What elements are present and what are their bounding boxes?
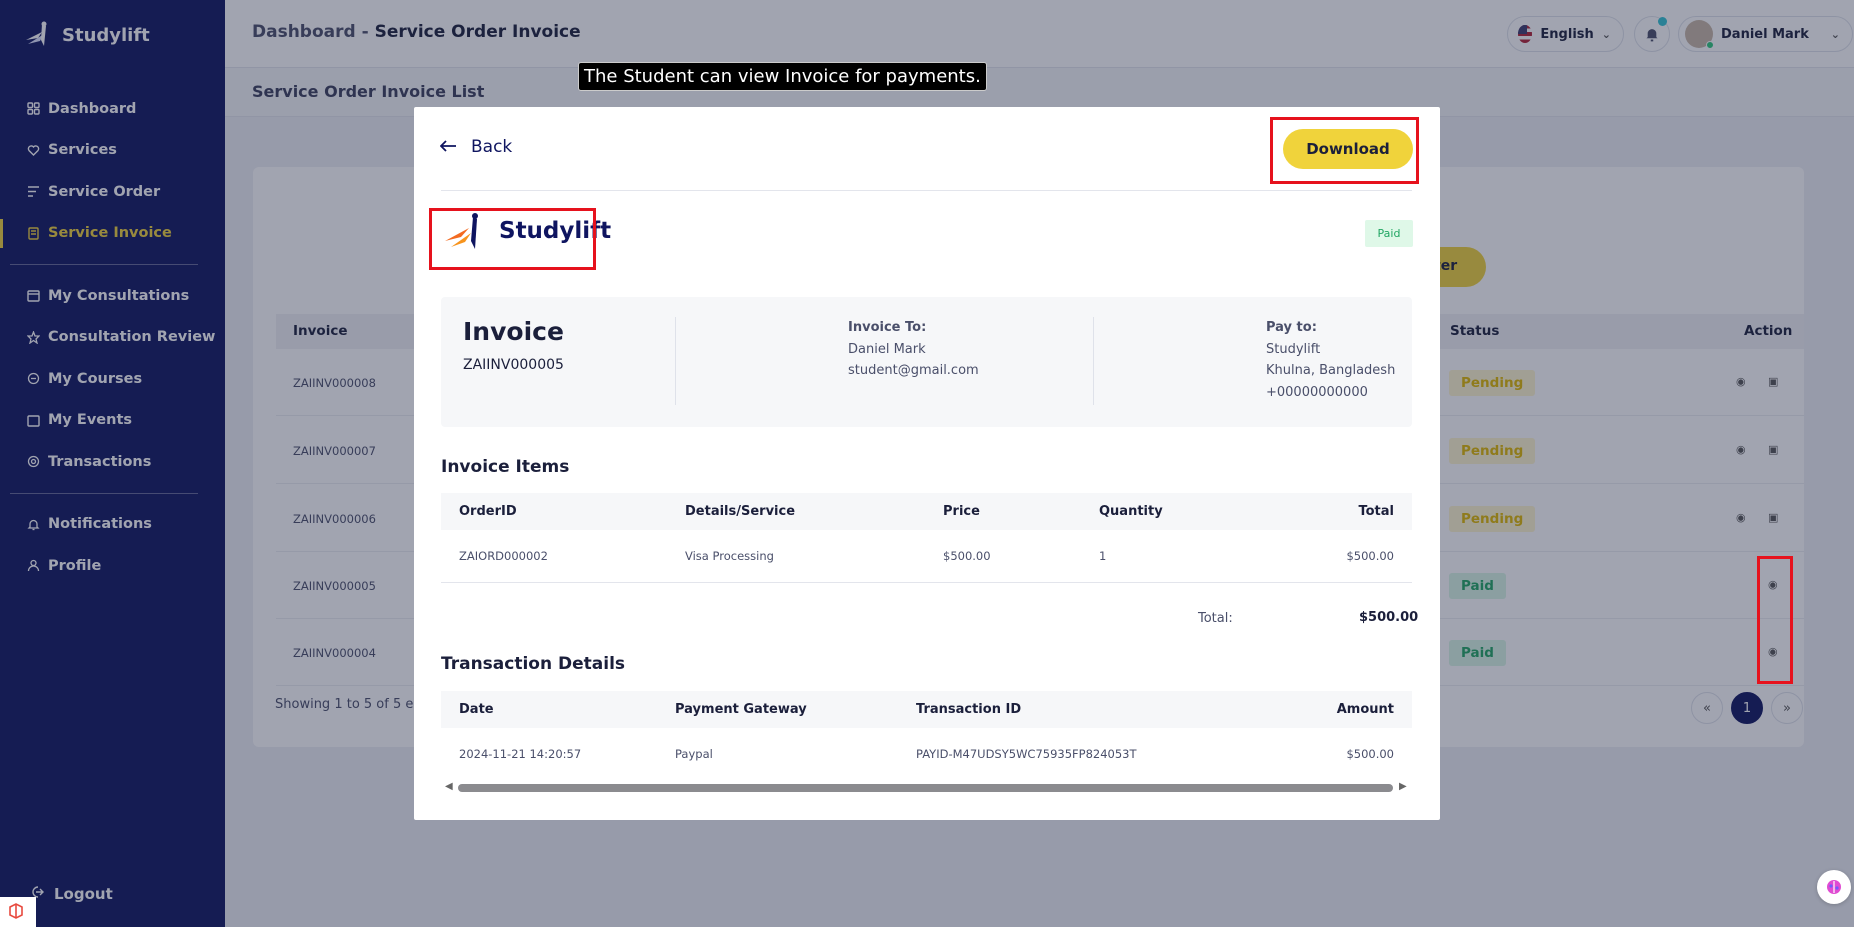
column-transaction-id: Transaction ID	[916, 702, 1022, 717]
back-label: Back	[471, 137, 513, 157]
pay-to-block: Pay to: Studylift Khulna, Bangladesh +00…	[1266, 317, 1395, 403]
highlight-download	[1270, 117, 1419, 184]
invoice-items-header: OrderID Details/Service Price Quantity T…	[441, 493, 1412, 530]
payment-gateway: Paypal	[675, 747, 713, 761]
invoice-to-email: student@gmail.com	[848, 363, 979, 378]
scroll-right-icon[interactable]: ▶	[1399, 781, 1407, 792]
invoice-to-block: Invoice To: Daniel Mark student@gmail.co…	[848, 317, 979, 382]
pay-to-address: Khulna, Bangladesh	[1266, 363, 1396, 378]
divider	[675, 317, 676, 405]
tutorial-caption: The Student can view Invoice for payment…	[578, 62, 987, 91]
item-quantity: 1	[1099, 549, 1107, 563]
status-badge: Paid	[1365, 220, 1413, 247]
scroll-left-icon[interactable]: ◀	[445, 781, 453, 792]
scroll-thumb[interactable]	[458, 784, 1393, 792]
invoice-items-heading: Invoice Items	[441, 457, 570, 477]
invoice-to-name: Daniel Mark	[848, 341, 926, 357]
brain-icon	[1827, 880, 1841, 894]
transaction-date: 2024-11-21 14:20:57	[459, 747, 582, 761]
total-value: $500.00	[1359, 610, 1419, 625]
highlight-view-actions	[1757, 556, 1793, 684]
horizontal-scrollbar[interactable]: ◀ ▶	[441, 780, 1412, 794]
item-total: $500.00	[1346, 549, 1394, 563]
column-total: Total	[1358, 504, 1394, 519]
item-price: $500.00	[943, 549, 991, 563]
invoice-to-heading: Invoice To:	[848, 320, 927, 335]
invoice-number: ZAIINV000005	[463, 357, 564, 373]
table-row: ZAIORD000002 Visa Processing $500.00 1 $…	[441, 530, 1412, 583]
highlight-logo	[429, 208, 596, 270]
table-row: 2024-11-21 14:20:57 Paypal PAYID-M47UDSY…	[441, 728, 1412, 781]
column-order-id: OrderID	[459, 504, 517, 519]
column-details: Details/Service	[685, 504, 796, 519]
arrow-left-icon	[439, 137, 457, 157]
column-amount: Amount	[1336, 702, 1394, 717]
order-id: ZAIORD000002	[459, 549, 548, 563]
column-date: Date	[459, 702, 494, 717]
pay-to-phone: +00000000000	[1266, 384, 1368, 400]
debug-toolbar-icon[interactable]	[0, 897, 36, 927]
pay-to-name: Studylift	[1266, 341, 1321, 357]
column-payment-gateway: Payment Gateway	[675, 702, 807, 717]
transactions-header: Date Payment Gateway Transaction ID Amou…	[441, 691, 1412, 728]
total-label: Total:	[1198, 611, 1233, 626]
assistant-fab[interactable]	[1817, 870, 1851, 904]
transaction-id: PAYID-M47UDSY5WC75935FP824053T	[916, 747, 1137, 761]
transaction-amount: $500.00	[1346, 747, 1394, 761]
invoice-summary: Invoice ZAIINV000005 Invoice To: Daniel …	[441, 297, 1412, 427]
invoice-title: Invoice	[463, 317, 564, 346]
divider	[1093, 317, 1094, 405]
pay-to-heading: Pay to:	[1266, 320, 1317, 335]
service-details: Visa Processing	[685, 549, 774, 563]
back-button[interactable]: Back	[439, 137, 513, 157]
transaction-details-heading: Transaction Details	[441, 654, 626, 674]
column-price: Price	[943, 504, 980, 519]
column-quantity: Quantity	[1099, 504, 1163, 519]
divider	[441, 190, 1412, 191]
